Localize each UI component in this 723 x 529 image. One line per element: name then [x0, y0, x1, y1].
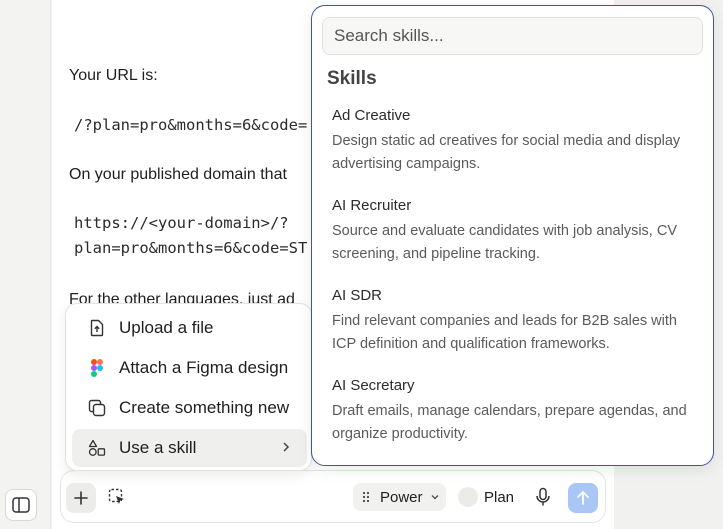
code-inline: /?plan=pro&months=6&code= [74, 116, 308, 134]
menu-item-figma[interactable]: Attach a Figma design [72, 349, 307, 387]
menu-item-label: Upload a file [119, 318, 214, 337]
skill-description: Find relevant companies and leads for B2… [332, 313, 677, 352]
chevron-down-icon [431, 495, 439, 500]
skill-name: Ad Creative [332, 107, 411, 124]
composer[interactable] [60, 470, 606, 523]
skill-item-ai-sdr[interactable]: AI SDR Find relevant companies and leads… [316, 280, 707, 364]
code-block-line: https://<your-domain>/? [74, 214, 289, 232]
skill-description: Source and evaluate candidates with job … [332, 223, 677, 262]
sidebar-toggle-button[interactable] [5, 489, 37, 521]
message-text: Your URL is: [69, 67, 158, 84]
figma-icon [87, 358, 107, 378]
skill-name: AI Recruiter [332, 197, 412, 214]
mode-dropdown[interactable]: Power [353, 483, 446, 511]
skill-description: Draft emails, manage calendars, prepare … [332, 403, 687, 442]
toggle-circle [458, 487, 478, 507]
skill-item-ad-creative[interactable]: Ad Creative Design static ad creatives f… [316, 100, 707, 184]
chevron-right-icon [283, 442, 290, 452]
add-attachment-button[interactable] [66, 483, 96, 513]
sidebar-icon [12, 497, 30, 513]
copy-new-icon [87, 398, 107, 418]
skill-item-ai-recruiter[interactable]: AI Recruiter Source and evaluate candida… [316, 190, 707, 274]
attach-menu: Upload a file Attach a Figma design Crea… [65, 303, 312, 471]
cursor-select-icon [108, 488, 124, 504]
left-rail [0, 0, 51, 529]
mode-label: Power [380, 488, 423, 506]
menu-item-use-skill[interactable]: Use a skill [72, 429, 307, 467]
upload-file-icon [87, 318, 107, 338]
plus-icon [74, 491, 88, 505]
menu-item-create-new[interactable]: Create something new [72, 389, 307, 427]
microphone-icon [536, 487, 550, 506]
plan-toggle[interactable]: Plan [456, 483, 520, 511]
message-text: On your published domain that [69, 166, 287, 183]
arrow-up-icon [577, 491, 589, 505]
menu-item-upload-file[interactable]: Upload a file [72, 309, 307, 347]
skill-item-ai-secretary[interactable]: AI Secretary Draft emails, manage calend… [316, 370, 707, 454]
menu-item-label: Use a skill [119, 438, 197, 457]
grid-dots-icon [362, 491, 370, 503]
skill-name: AI SDR [332, 287, 383, 304]
plan-label: Plan [484, 488, 515, 506]
skill-name: AI Secretary [332, 377, 415, 394]
skills-search-input[interactable] [322, 17, 703, 55]
select-element-button[interactable] [103, 483, 131, 511]
microphone-button[interactable] [531, 483, 555, 511]
skills-heading: Skills [327, 68, 377, 89]
skills-panel: Skills Ad Creative Design static ad crea… [311, 5, 714, 466]
menu-item-label: Attach a Figma design [119, 358, 289, 377]
menu-item-label: Create something new [119, 398, 290, 417]
send-button[interactable] [568, 483, 598, 513]
shapes-icon [87, 438, 107, 458]
skill-description: Design static ad creatives for social me… [332, 133, 681, 172]
code-block-line: plan=pro&months=6&code=ST [74, 239, 308, 257]
